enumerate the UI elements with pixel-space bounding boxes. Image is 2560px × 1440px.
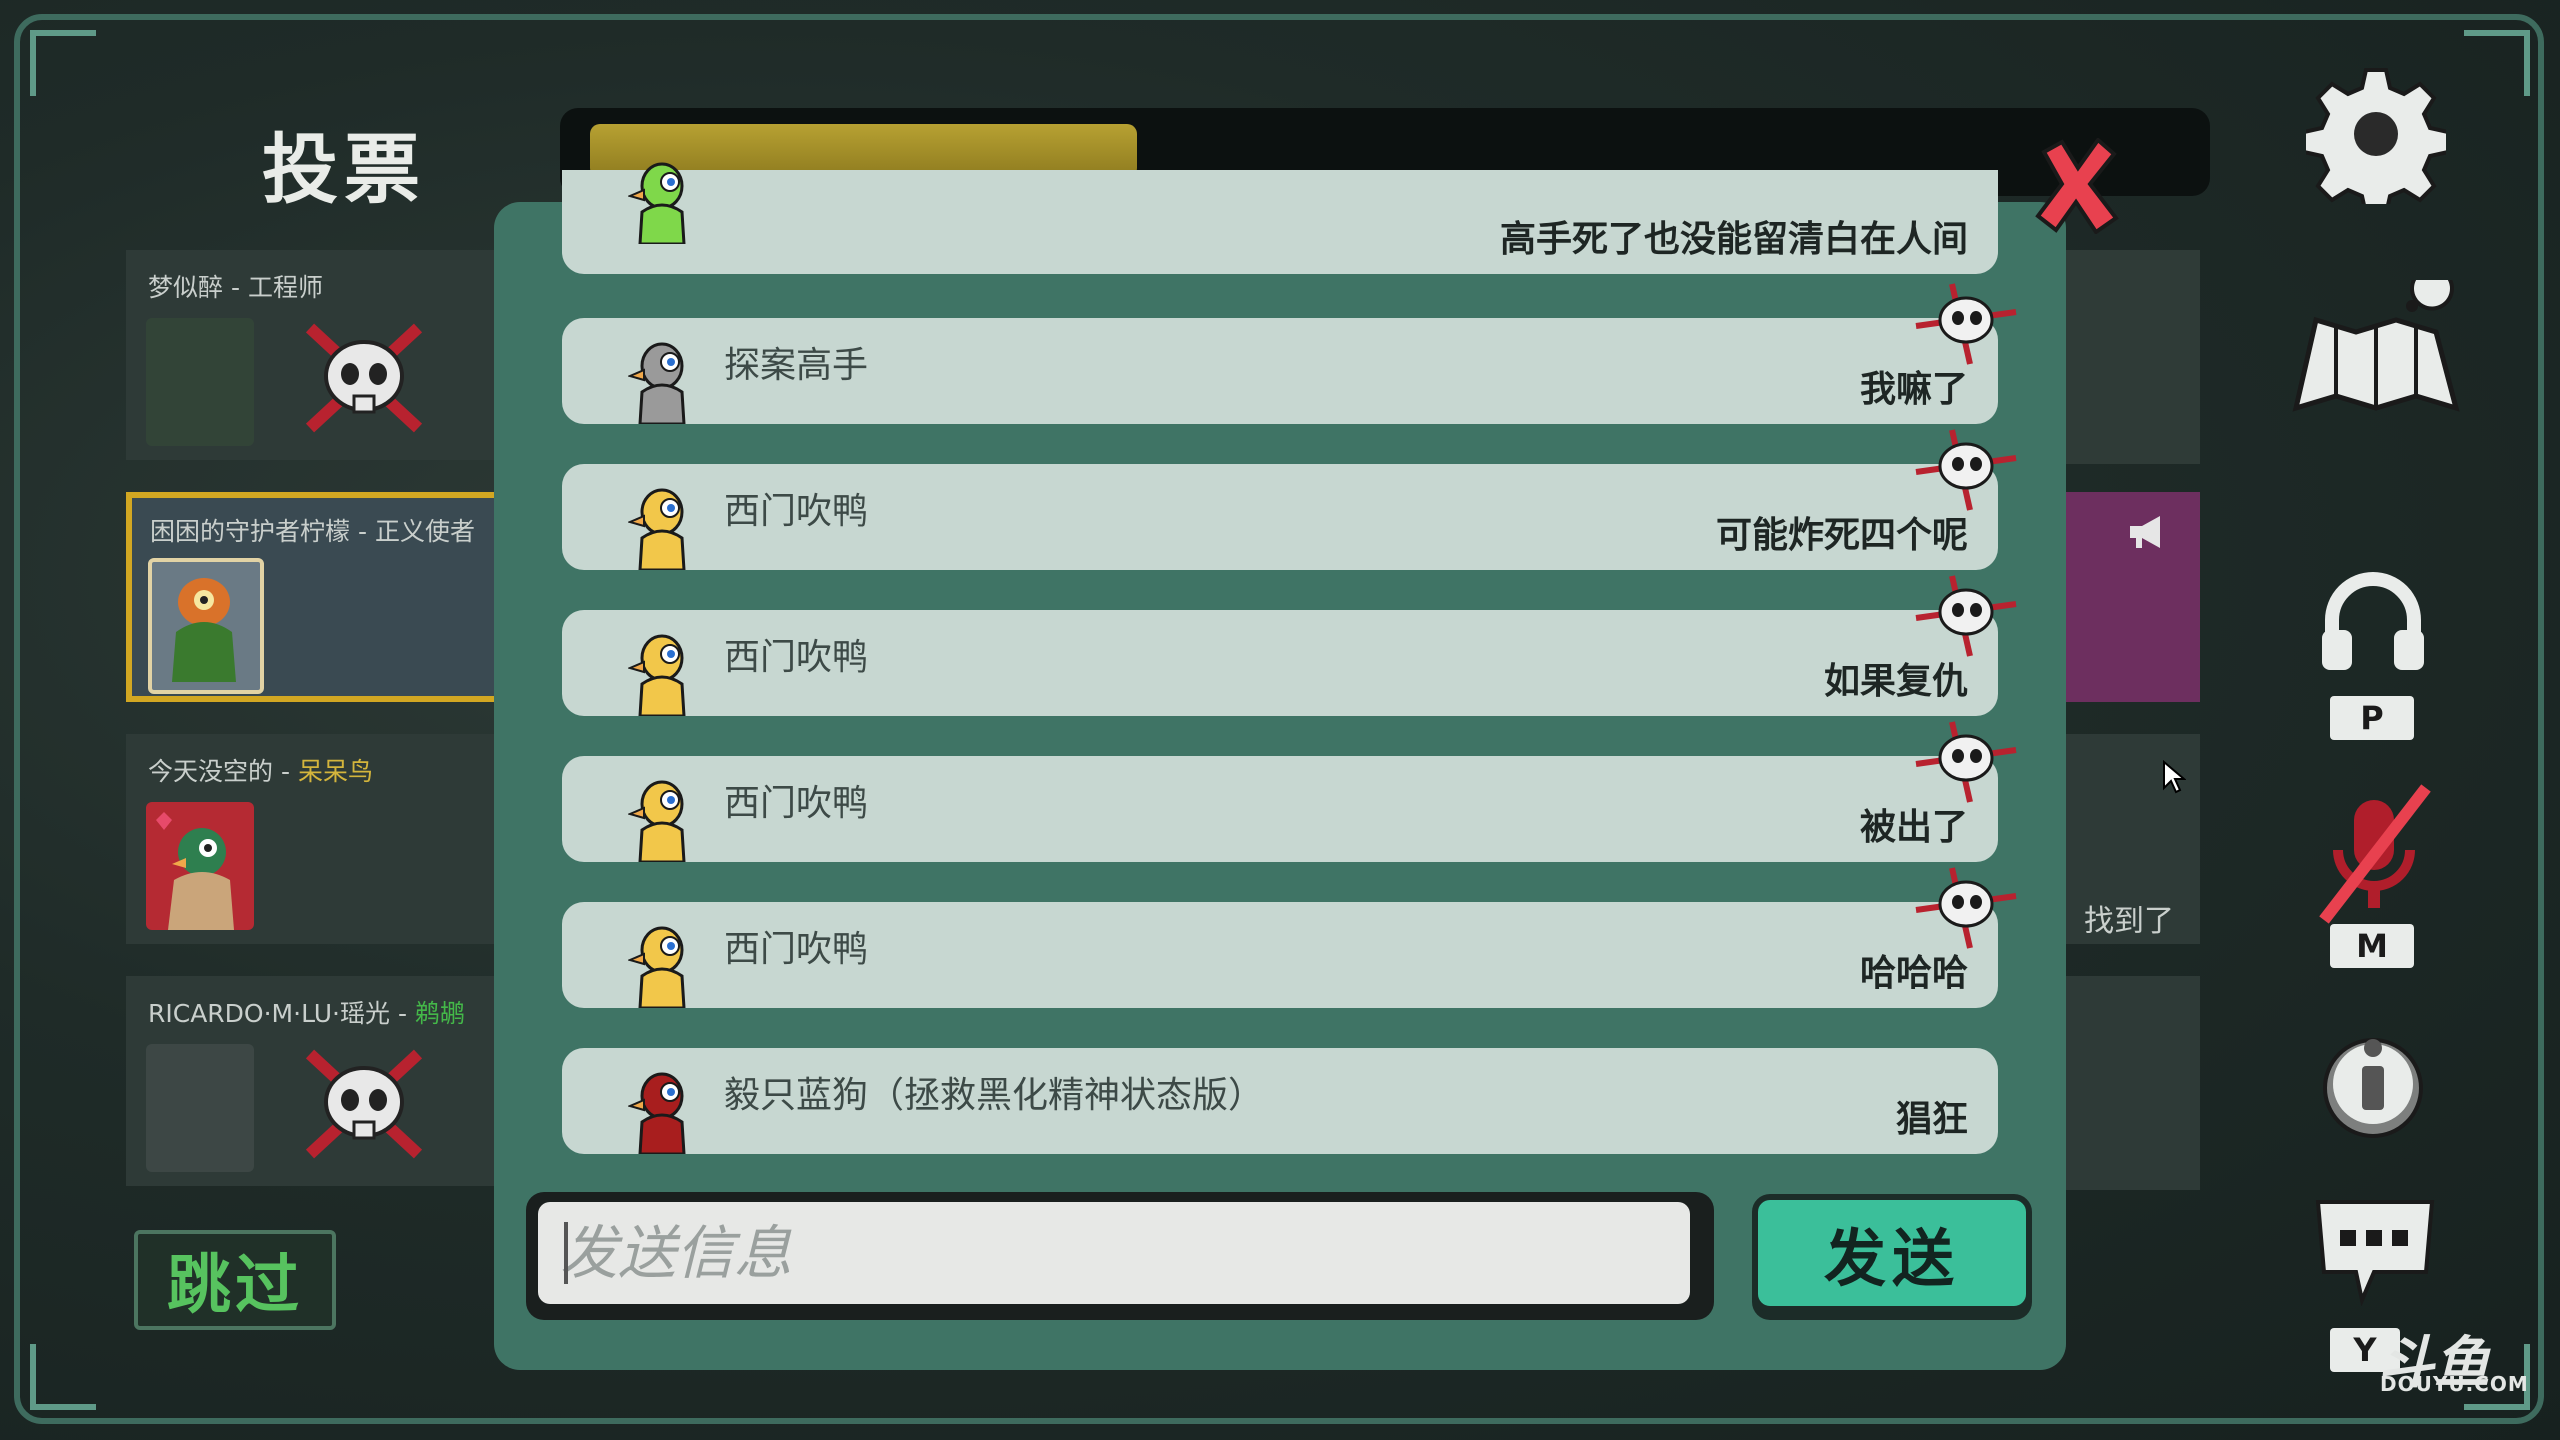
- message-sender: 毅只蓝狗（拯救黑化精神状态版）: [724, 1075, 1265, 1116]
- dead-skull-icon: [1915, 575, 2017, 657]
- player-portrait: [146, 318, 254, 446]
- message-text: 被出了: [1859, 807, 1968, 848]
- vote-status-text: 找到了: [2084, 904, 2174, 939]
- settings-icon[interactable]: [2306, 64, 2446, 204]
- mouse-cursor-icon: [2163, 760, 2186, 794]
- chat-message: 毅只蓝狗（拯救黑化精神状态版） 猖狂: [562, 1048, 1998, 1154]
- message-sender: 西门吹鸭: [724, 929, 869, 970]
- watermark-site: DOUYU.COM: [2380, 1372, 2529, 1396]
- player-portrait: [148, 558, 264, 694]
- headphones-icon[interactable]: [2318, 572, 2428, 672]
- frame-corner: [30, 1344, 96, 1410]
- player-card[interactable]: RICARDO·M·LU·瑶光 - 鹈鹕: [126, 976, 536, 1186]
- chat-message: 西门吹鸭哈哈哈: [562, 867, 2017, 1008]
- message-text: 如果复仇: [1823, 661, 1968, 702]
- message-input-wrapper: [526, 1192, 1714, 1320]
- vote-title: 投票: [262, 125, 426, 214]
- message-text: 哈哈哈: [1859, 953, 1968, 994]
- message-sender: 探案高手: [724, 345, 869, 386]
- message-sender: 西门吹鸭: [724, 637, 869, 678]
- player-label: RICARDO·M·LU·瑶光 - 鹈鹕: [148, 999, 465, 1028]
- message-text: 猖狂: [1895, 1099, 1968, 1140]
- dead-skull-icon: [1915, 721, 2017, 803]
- skip-vote-button[interactable]: 跳过: [134, 1230, 336, 1330]
- player-label: 困困的守护者柠檬 - 正义使者: [150, 517, 475, 546]
- frame-corner: [2464, 30, 2530, 96]
- chat-message: 西门吹鸭如果复仇: [562, 575, 2017, 716]
- message-sender: 西门吹鸭: [724, 783, 869, 824]
- message-sender: 西门吹鸭: [724, 491, 869, 532]
- sender-avatar-icon: [628, 162, 686, 244]
- voice-key-badge: P: [2330, 696, 2414, 740]
- send-button[interactable]: 发送: [1752, 1194, 2032, 1312]
- sender-avatar-icon: [628, 634, 686, 716]
- chat-message: 西门吹鸭可能炸死四个呢: [562, 429, 2017, 570]
- player-card[interactable]: 今天没空的 - 呆呆鸟: [126, 734, 536, 944]
- mute-key-badge: M: [2330, 924, 2414, 968]
- sender-avatar-icon: [628, 342, 686, 424]
- dead-skull-icon: [1915, 429, 2017, 511]
- message-text: 高手死了也没能留清白在人间: [1499, 219, 1968, 260]
- player-card[interactable]: [2060, 250, 2200, 464]
- dead-skull-icon: [1915, 283, 2017, 365]
- player-label: 梦似醉 - 工程师: [148, 273, 323, 302]
- dead-skull-icon: [305, 323, 423, 433]
- info-icon[interactable]: [2320, 1026, 2426, 1142]
- map-icon[interactable]: [2288, 280, 2464, 420]
- player-card-selected[interactable]: 困困的守护者柠檬 - 正义使者: [126, 492, 536, 702]
- dead-skull-icon: [305, 1049, 423, 1159]
- player-card[interactable]: [2060, 976, 2200, 1190]
- chat-icon[interactable]: [2310, 1196, 2440, 1306]
- close-icon[interactable]: [2034, 138, 2120, 234]
- text-caret: [564, 1222, 568, 1284]
- chat-message: 高手死了也没能留清白在人间: [562, 162, 1998, 274]
- player-card[interactable]: 梦似醉 - 工程师: [126, 250, 536, 460]
- message-text: 可能炸死四个呢: [1715, 515, 1968, 556]
- message-text: 我嘛了: [1859, 369, 1968, 410]
- player-portrait: [146, 1044, 254, 1172]
- mic-muted-icon[interactable]: [2310, 780, 2440, 930]
- dead-skull-icon: [1915, 867, 2017, 949]
- megaphone-icon: [2130, 516, 2160, 548]
- player-label: 今天没空的 - 呆呆鸟: [148, 757, 373, 786]
- message-input[interactable]: [538, 1202, 1690, 1304]
- sender-avatar-icon: [628, 1072, 686, 1154]
- player-portrait: [146, 802, 254, 930]
- chat-message: 西门吹鸭被出了: [562, 721, 2017, 862]
- player-card[interactable]: [2060, 492, 2200, 702]
- sender-avatar-icon: [628, 488, 686, 570]
- sender-avatar-icon: [628, 926, 686, 1008]
- chat-message: 探案高手我嘛了: [562, 283, 2017, 424]
- sender-avatar-icon: [628, 780, 686, 862]
- frame-corner: [30, 30, 96, 96]
